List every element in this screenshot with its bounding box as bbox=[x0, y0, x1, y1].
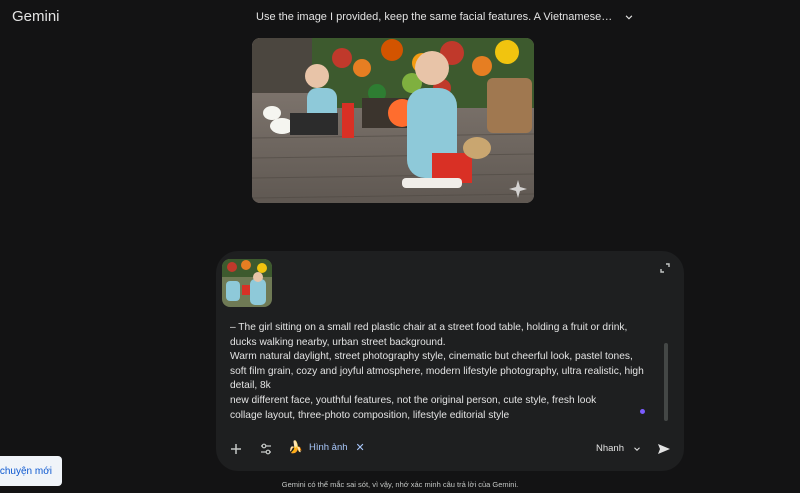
chevron-down-icon bbox=[625, 15, 633, 20]
mode-label: Nhanh bbox=[596, 443, 624, 454]
tune-icon[interactable] bbox=[258, 441, 274, 457]
banana-icon: 🍌 bbox=[288, 440, 303, 454]
collapse-icon[interactable] bbox=[660, 263, 670, 273]
send-icon[interactable] bbox=[656, 441, 672, 457]
composer-toolbar: 🍌 Hình ảnh ✕ Nhanh bbox=[216, 437, 684, 465]
conversation-title: Use the image I provided, keep the same … bbox=[256, 11, 615, 23]
prompt-scrollbar[interactable] bbox=[664, 343, 668, 421]
disclaimer-text: Gemini có thể mắc sai sót, vì vậy, nhớ x… bbox=[281, 480, 519, 489]
mode-selector[interactable]: Nhanh bbox=[596, 443, 642, 454]
image-tool-label: Hình ảnh bbox=[308, 441, 348, 453]
prompt-composer: – The girl sitting on a small red plasti… bbox=[216, 251, 684, 471]
image-tool-chip[interactable]: 🍌 Hình ảnh ✕ bbox=[288, 440, 365, 454]
app-logo[interactable]: Gemini bbox=[12, 8, 60, 25]
attached-image-thumbnail[interactable] bbox=[222, 259, 272, 307]
status-dot bbox=[640, 409, 645, 414]
plus-icon[interactable] bbox=[228, 441, 244, 457]
conversation-title-dropdown[interactable]: Use the image I provided, keep the same … bbox=[256, 10, 636, 24]
prompt-input[interactable]: – The girl sitting on a small red plasti… bbox=[230, 321, 650, 423]
generated-image[interactable] bbox=[252, 38, 534, 203]
close-icon[interactable]: ✕ bbox=[356, 441, 365, 454]
chevron-down-icon bbox=[634, 446, 640, 451]
